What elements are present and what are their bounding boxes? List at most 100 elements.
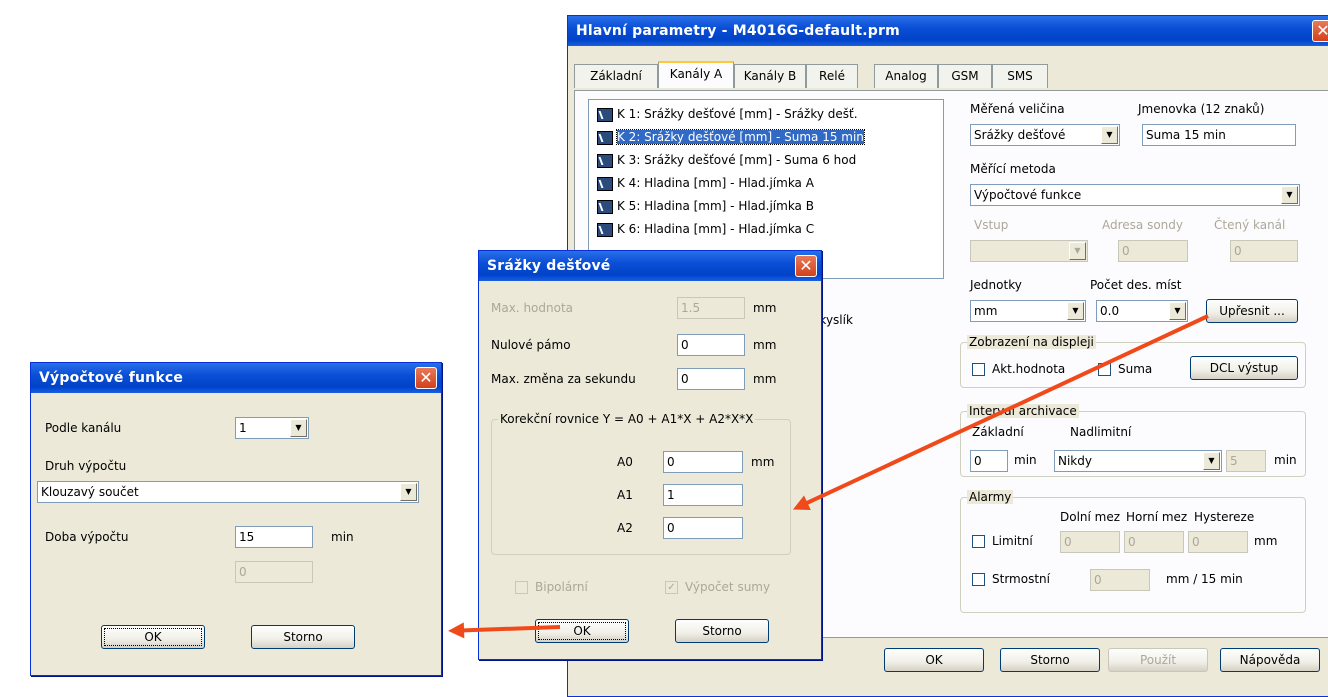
name-input[interactable]: Suma 15 min — [1142, 124, 1296, 146]
archive-unit: min — [1014, 453, 1037, 467]
max-value-input[interactable]: 1.5 — [677, 297, 745, 319]
list-item[interactable]: K 1: Srážky dešťové [mm] - Srážky dešť. — [597, 104, 858, 124]
help-button[interactable]: Nápověda — [1220, 648, 1320, 672]
extra-input[interactable]: 0 — [235, 561, 313, 583]
slope-input[interactable]: 0 — [1090, 569, 1150, 591]
calc-type-select[interactable]: Klouzavý součet ▼ — [37, 481, 419, 503]
chevron-down-icon[interactable]: ▼ — [1067, 302, 1084, 320]
tab-analog[interactable]: Analog — [874, 64, 938, 88]
lower-limit-label: Dolní mez — [1060, 510, 1121, 524]
cancel-button[interactable]: Storno — [251, 625, 355, 649]
a1-input[interactable]: 1 — [663, 484, 743, 506]
archive-basic-input[interactable]: 0 — [970, 450, 1008, 472]
suma-label: Suma — [1118, 362, 1153, 376]
decimals-label: Počet des. míst — [1090, 278, 1182, 292]
tab-kanaly-b[interactable]: Kanály B — [734, 64, 806, 88]
tab-rele[interactable]: Relé — [806, 64, 858, 88]
max-value-unit: mm — [753, 301, 777, 315]
calc-type-label: Druh výpočtu — [45, 459, 127, 473]
zero-band-label: Nulové pámo — [491, 338, 571, 352]
max-change-input[interactable]: 0 — [677, 368, 745, 390]
bipolar-checkbox[interactable] — [515, 581, 528, 594]
limit-lower-input[interactable]: 0 — [1060, 531, 1120, 553]
units-label: Jednotky — [970, 278, 1022, 292]
refine-button[interactable]: Upřesnit ... — [1206, 299, 1298, 323]
chevron-down-icon[interactable]: ▼ — [400, 483, 417, 501]
zero-band-input[interactable]: 0 — [677, 334, 745, 356]
measured-quantity-label: Měřená veličina — [970, 102, 1065, 116]
list-item[interactable]: K 3: Srážky dešťové [mm] - Suma 6 hod — [597, 150, 856, 170]
calc-time-label: Doba výpočtu — [45, 530, 129, 544]
archive-basic-label: Základní — [972, 425, 1024, 439]
method-label: Měřící metoda — [970, 162, 1056, 176]
a2-input[interactable]: 0 — [663, 517, 743, 539]
list-item[interactable]: K 5: Hladina [mm] - Hlad.jímka B — [597, 196, 814, 216]
vypoctove-title: Výpočtové funkce — [31, 363, 441, 393]
units-select[interactable]: mm ▼ — [970, 300, 1086, 322]
read-channel-input[interactable]: 0 — [1230, 240, 1298, 262]
archive-over-select[interactable]: Nikdy ▼ — [1054, 450, 1222, 472]
apply-button[interactable]: Použít — [1108, 648, 1208, 672]
close-icon[interactable]: ✕ — [415, 367, 437, 389]
limit-hyst-input[interactable]: 0 — [1188, 531, 1248, 553]
close-icon[interactable]: ✕ — [1312, 20, 1328, 42]
bipolar-label: Bipolární — [535, 580, 588, 594]
by-channel-label: Podle kanálu — [45, 421, 122, 435]
slope-checkbox[interactable] — [972, 573, 985, 586]
vypoctove-dialog: Výpočtové funkce ✕ Podle kanálu 1 ▼ Druh … — [30, 362, 442, 676]
max-value-label: Max. hodnota — [491, 301, 574, 315]
probe-address-input[interactable]: 0 — [1118, 240, 1188, 262]
archive-over-label: Nadlimitní — [1070, 425, 1132, 439]
ok-button[interactable]: OK — [535, 619, 629, 643]
akt-hodnota-checkbox[interactable] — [972, 363, 985, 376]
channel-icon — [597, 107, 613, 122]
close-icon[interactable]: ✕ — [795, 255, 817, 277]
ok-button[interactable]: OK — [101, 625, 205, 649]
channel-icon — [597, 199, 613, 214]
a0-label: A0 — [617, 455, 633, 469]
channel-icon — [597, 153, 613, 168]
sum-calc-checkbox[interactable]: ✓ — [665, 581, 678, 594]
max-change-unit: mm — [753, 372, 777, 386]
cancel-button[interactable]: Storno — [1000, 648, 1100, 672]
input-select[interactable]: ▼ — [970, 240, 1088, 262]
input-label: Vstup — [974, 218, 1009, 232]
limit-upper-input[interactable]: 0 — [1124, 531, 1184, 553]
a1-label: A1 — [617, 488, 633, 502]
slope-unit: mm / 15 min — [1166, 572, 1243, 586]
chevron-down-icon[interactable]: ▼ — [290, 419, 307, 437]
chevron-down-icon[interactable]: ▼ — [1203, 452, 1220, 470]
cancel-button[interactable]: Storno — [675, 619, 769, 643]
zero-band-unit: mm — [753, 338, 777, 352]
chevron-down-icon[interactable]: ▼ — [1101, 126, 1118, 144]
channel-icon — [597, 222, 613, 237]
archive-over-num[interactable]: 5 — [1226, 450, 1266, 472]
list-item[interactable]: K 6: Hladina [mm] - Hlad.jímka C — [597, 219, 814, 239]
calc-time-input[interactable]: 15 — [235, 526, 313, 548]
by-channel-select[interactable]: 1 ▼ — [235, 417, 309, 439]
srazky-dialog: Srážky dešťové ✕ Max. hodnota 1.5 mm Nul… — [478, 250, 822, 660]
tab-gsm[interactable]: GSM — [938, 64, 992, 88]
dcl-output-button[interactable]: DCL výstup — [1190, 356, 1298, 380]
a2-label: A2 — [617, 521, 633, 535]
chevron-down-icon[interactable]: ▼ — [1281, 186, 1298, 204]
sum-calc-label: Výpočet sumy — [685, 580, 771, 594]
limit-checkbox[interactable] — [972, 535, 985, 548]
list-item[interactable]: K 2: Srážky dešťové [mm] - Suma 15 min — [597, 127, 865, 147]
list-item[interactable]: K 4: Hladina [mm] - Hlad.jímka A — [597, 173, 814, 193]
measured-quantity-select[interactable]: Srážky dešťové ▼ — [970, 124, 1120, 146]
ok-button[interactable]: OK — [884, 648, 984, 672]
decimals-select[interactable]: 0.0 ▼ — [1096, 300, 1188, 322]
tab-kanaly-a[interactable]: Kanály A — [658, 61, 734, 88]
correction-group: Korekční rovnice Y = A0 + A1*X + A2*X*X — [491, 412, 791, 555]
archive-unit-2: min — [1274, 453, 1297, 467]
tab-strip: Základní Kanály A Kanály B Relé Analog G… — [574, 61, 1094, 91]
chevron-down-icon[interactable]: ▼ — [1069, 242, 1086, 260]
tab-sms[interactable]: SMS — [992, 64, 1048, 88]
slope-label: Strmostní — [992, 572, 1050, 586]
srazky-title: Srážky dešťové — [479, 251, 821, 281]
chevron-down-icon[interactable]: ▼ — [1169, 302, 1186, 320]
method-select[interactable]: Výpočtové funkce ▼ — [970, 184, 1300, 206]
tab-zakladni[interactable]: Základní — [574, 64, 658, 88]
a0-input[interactable]: 0 — [663, 451, 743, 473]
